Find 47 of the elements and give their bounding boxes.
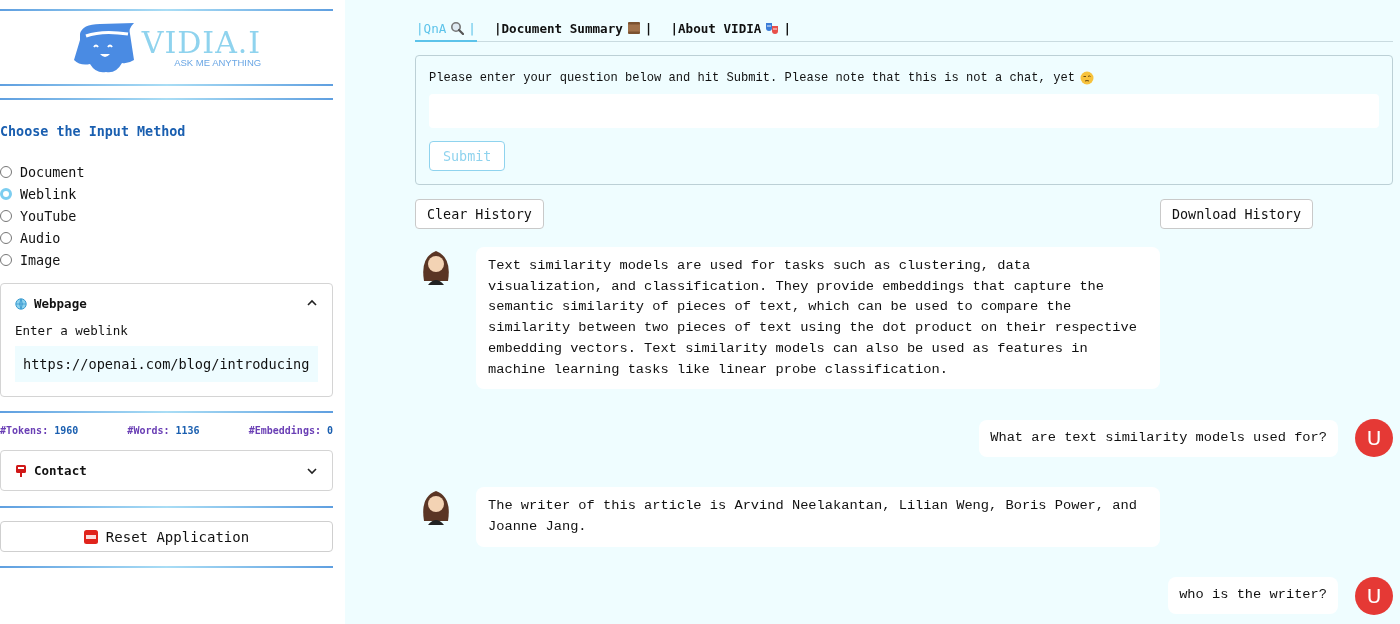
section-heading: Choose the Input Method — [0, 123, 187, 141]
stat-label: #Tokens: — [0, 425, 49, 436]
expander-header[interactable]: Contact — [1, 451, 332, 490]
instruction-text: Please enter your question below and hit Submit. Please note that this is not a chat, yet — [429, 71, 1075, 85]
radio-option[interactable]: Audio — [0, 229, 333, 247]
radio-button[interactable] — [0, 166, 12, 178]
radio-label: Weblink — [20, 186, 77, 202]
radio-button[interactable] — [0, 210, 12, 222]
radio-button[interactable] — [0, 188, 12, 200]
radio-label: Document — [20, 164, 85, 180]
mailbox-icon — [15, 464, 27, 477]
reset-button[interactable]: Reset Application — [0, 521, 333, 552]
tab[interactable]: |About VIDIA | — [669, 16, 793, 42]
search-icon — [450, 21, 465, 35]
radio-option[interactable]: Image — [0, 251, 333, 269]
radio-label: Image — [20, 252, 61, 268]
user-message: What are text similarity models used for? — [979, 419, 1338, 457]
stat-value: 1960 — [54, 425, 79, 436]
bot-message: Text similarity models are used for tasks such as clustering, data visualization, and classification. They provide embeddings that capture the semantic similarity of pieces of text, which can be used to compare the similarity between two pieces of text using the dot product on their respective embedding vectors. Text similarity models can also be used as features in machine learning tasks like linear probe classification. — [476, 247, 1160, 390]
radio-button[interactable] — [0, 254, 12, 266]
sos-icon — [83, 529, 98, 544]
user-avatar: U — [1355, 576, 1393, 615]
radio-option[interactable]: Document — [0, 163, 333, 181]
globe-icon — [15, 297, 27, 310]
logo-title: VIDIA.I — [141, 27, 262, 58]
expander-header[interactable]: Webpage — [1, 284, 332, 323]
user-avatar: U — [1355, 419, 1393, 458]
tab[interactable]: |Document Summary | — [492, 16, 654, 42]
stat-label: #Embeddings: — [248, 425, 321, 436]
download-history-button[interactable]: Download History — [1160, 199, 1313, 229]
radio-label: Audio — [20, 230, 61, 246]
radio-option[interactable]: YouTube — [0, 207, 333, 225]
stat-label: #Words: — [127, 425, 170, 436]
weblink-input-field[interactable]: https://openai.com/blog/introducing — [15, 346, 318, 382]
bot-message: The writer of this article is Arvind Neelakantan, Lilian Weng, Boris Power, and Joanne Jang. — [476, 487, 1160, 547]
radio-option[interactable]: Weblink — [0, 185, 333, 203]
stat-value: 1136 — [175, 425, 200, 436]
scroll-icon — [626, 21, 641, 35]
radio-label: YouTube — [20, 208, 77, 224]
stat-value: 0 — [326, 425, 333, 436]
field-label: Enter a weblink — [15, 323, 129, 338]
winking-face-icon — [1079, 71, 1094, 85]
clear-history-button[interactable]: Clear History — [415, 199, 544, 229]
radio-button[interactable] — [0, 232, 12, 244]
user-message: who is the writer? — [1168, 577, 1338, 614]
theater-masks-icon — [765, 21, 780, 35]
logo-tagline: ASK ME ANYTHING — [174, 57, 262, 68]
